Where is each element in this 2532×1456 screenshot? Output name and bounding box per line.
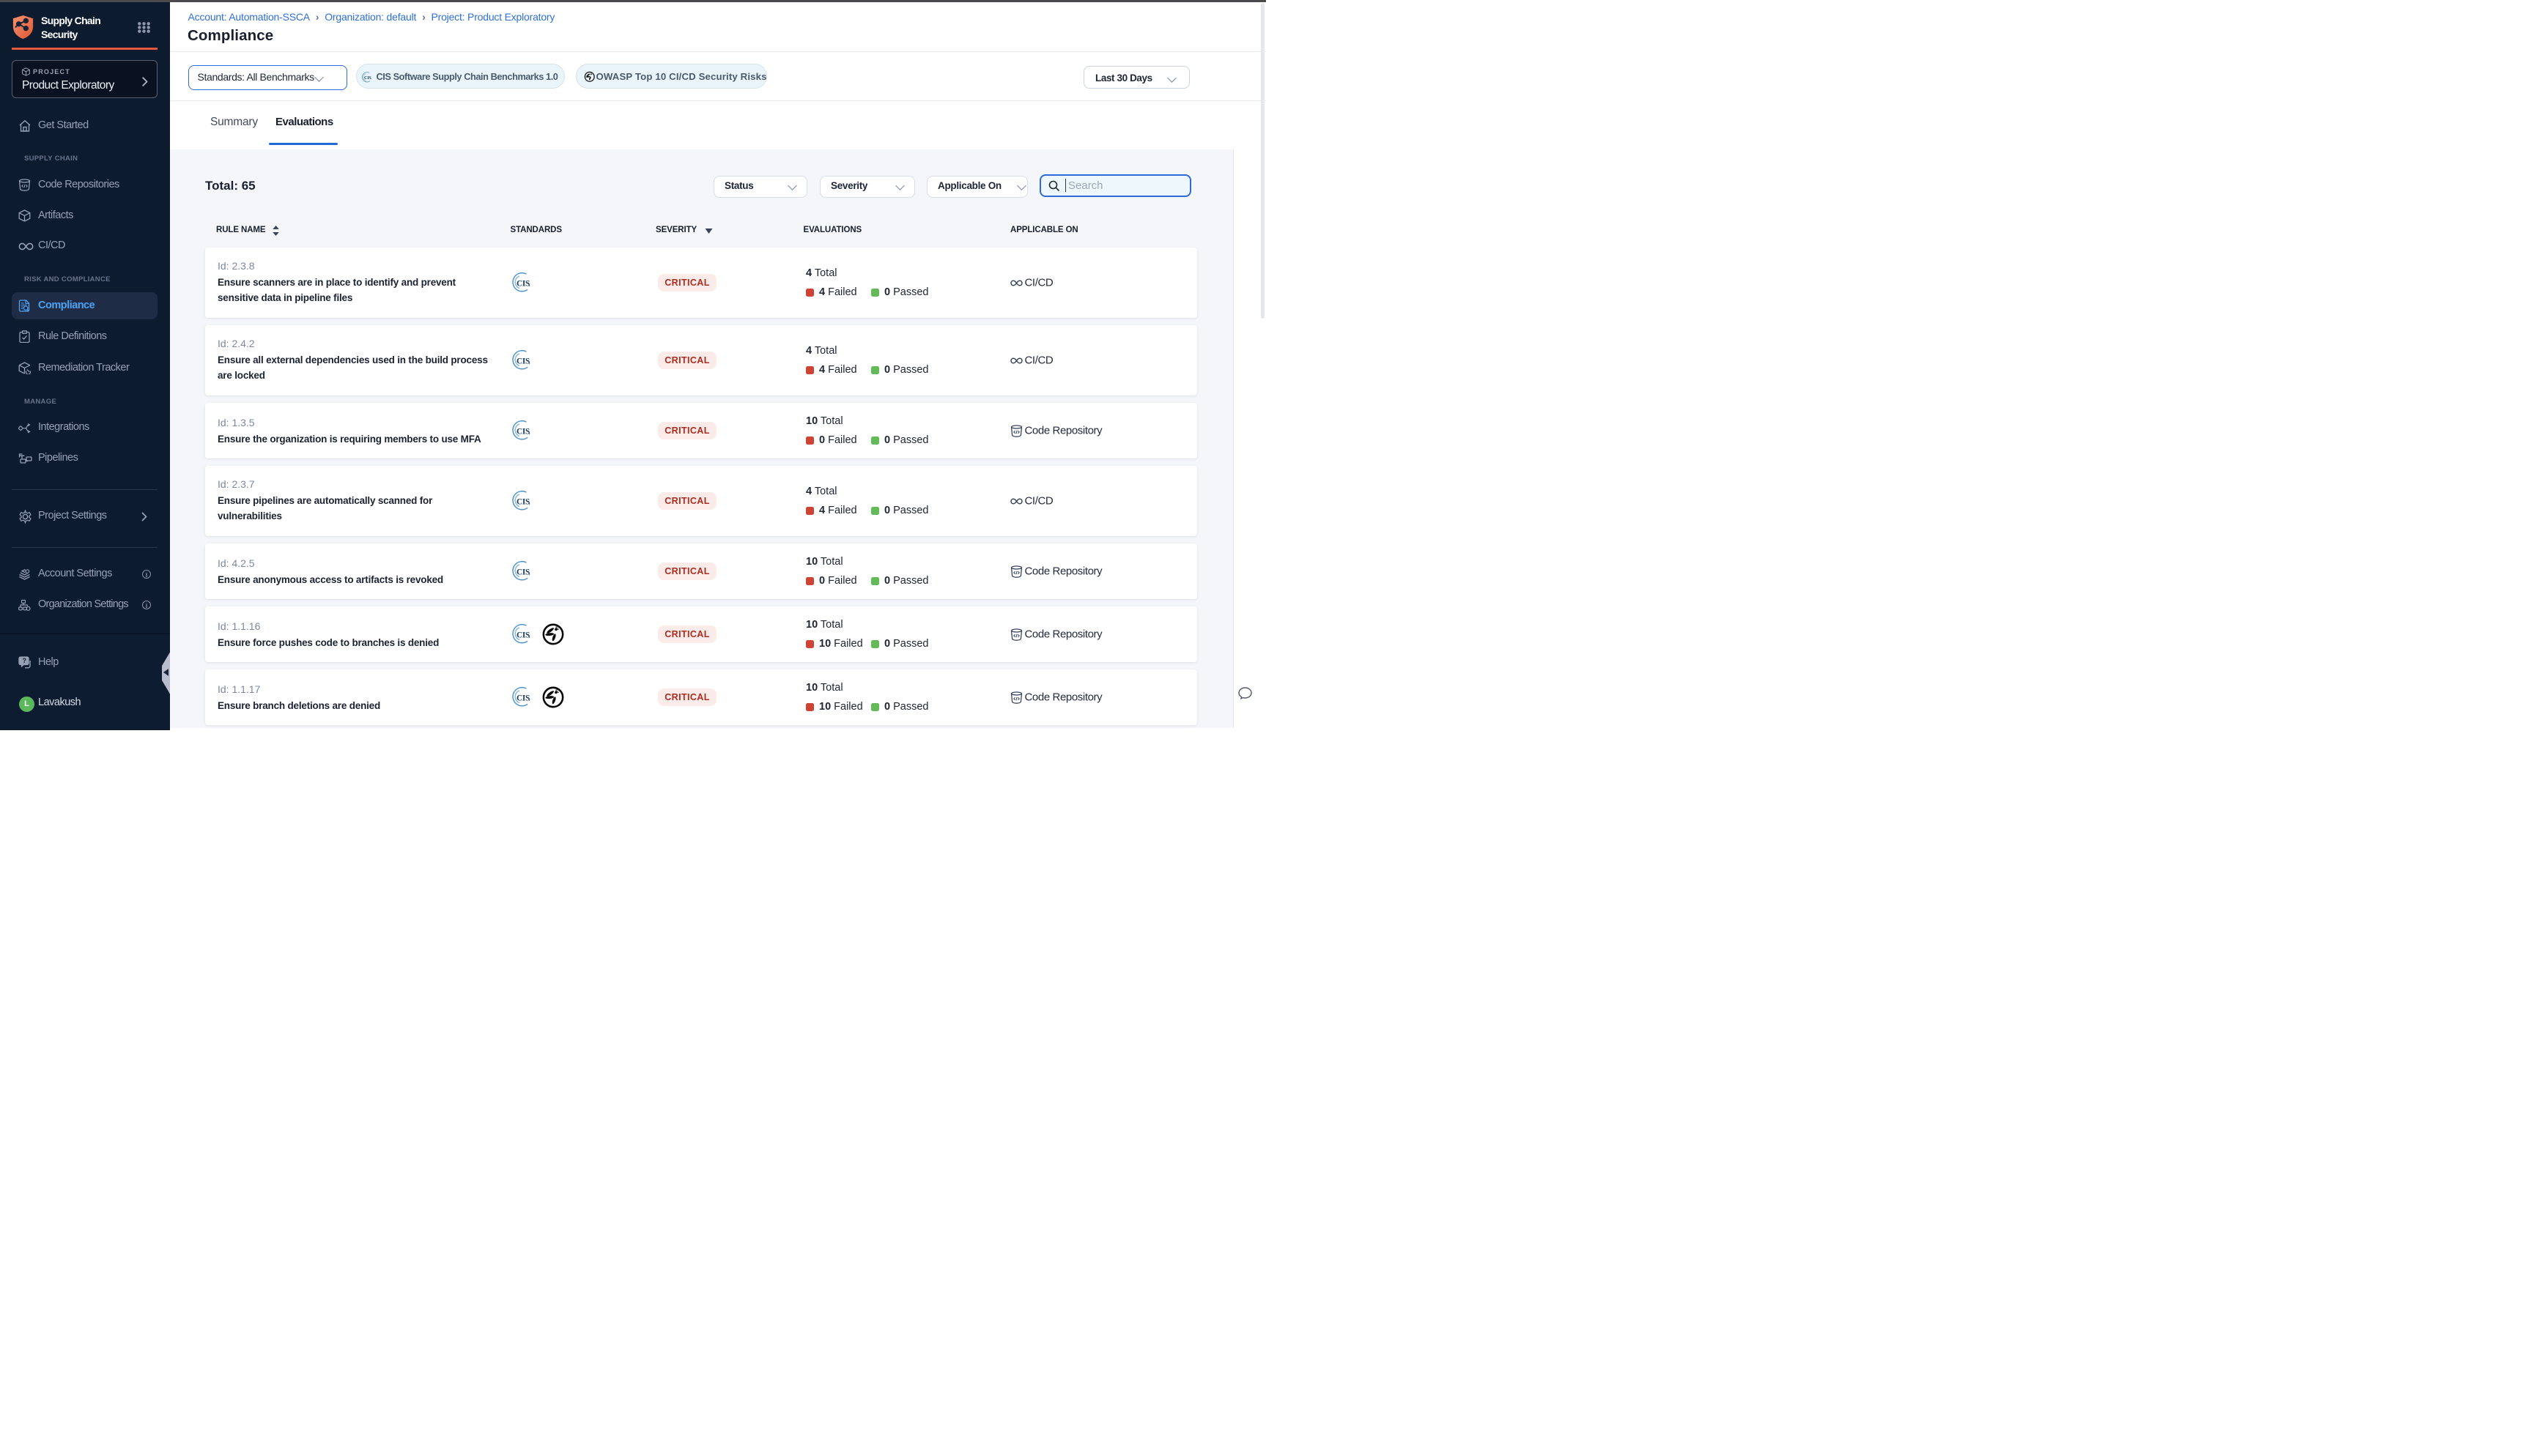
- svg-text:?: ?: [23, 657, 27, 664]
